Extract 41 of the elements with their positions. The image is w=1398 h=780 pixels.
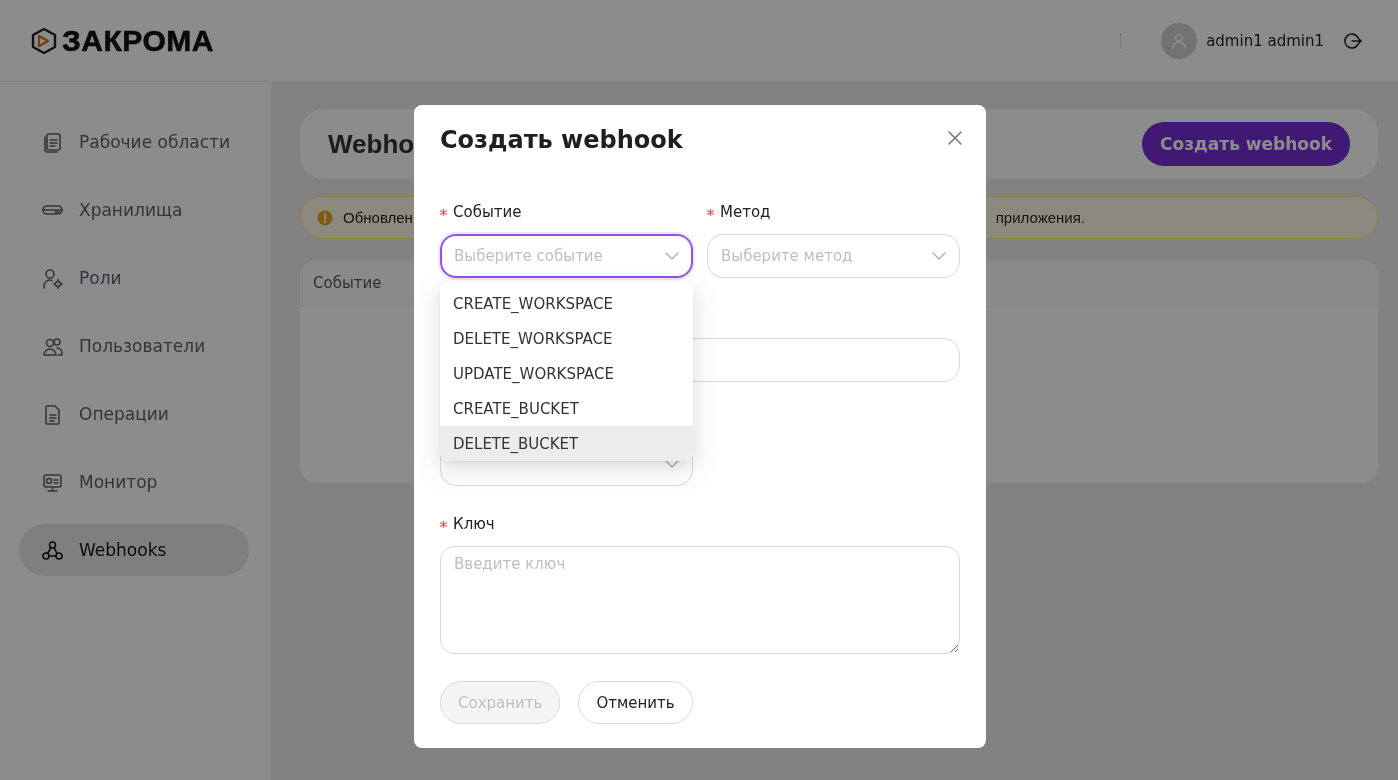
chevron-down-icon — [665, 252, 679, 260]
select-field[interactable]: Выберите событие — [440, 234, 693, 278]
sidebar-item[interactable]: Операции — [19, 388, 249, 440]
field-label: Метод — [720, 203, 771, 221]
dropdown-option[interactable]: UPDATE_WORKSPACE — [440, 356, 693, 391]
users-icon — [42, 335, 63, 357]
logout-icon[interactable] — [1344, 31, 1362, 50]
alert-text: Обновлен — [343, 209, 413, 226]
sidebar-item[interactable]: Роли — [19, 252, 249, 304]
alert-text: приложения. — [995, 209, 1085, 226]
modal-title: Создать webhook — [440, 125, 683, 155]
logo-icon — [30, 26, 58, 55]
chevron-down-icon — [665, 460, 679, 468]
warning-icon — [317, 209, 333, 226]
select-field[interactable]: Выберите метод — [707, 234, 960, 278]
files-icon — [42, 131, 63, 153]
document-icon — [42, 403, 63, 425]
webhook-icon — [42, 539, 63, 561]
textarea-field[interactable]: Введите ключ — [440, 546, 960, 654]
modal-button[interactable]: Отменить — [578, 681, 693, 724]
sidebar-item[interactable]: Хранилища — [19, 184, 249, 236]
sidebar-item[interactable]: Монитор — [19, 456, 249, 508]
user-gear-icon — [42, 267, 63, 289]
create-webhook-button[interactable]: Создать webhook — [1142, 122, 1350, 166]
user-name: admin1 admin1 — [1206, 31, 1324, 50]
dropdown-option[interactable]: DELETE_BUCKET — [440, 426, 693, 461]
monitor-icon — [42, 471, 63, 493]
field-label: Событие — [453, 203, 522, 221]
sidebar-item[interactable]: Webhooks — [19, 524, 249, 576]
sidebar-item[interactable]: Рабочие области — [19, 116, 249, 168]
user-icon — [1171, 32, 1188, 49]
close-icon[interactable] — [948, 131, 962, 145]
field-label: Ключ — [453, 515, 495, 533]
sidebar-item[interactable]: Пользователи — [19, 320, 249, 372]
dropdown-option[interactable]: CREATE_WORKSPACE — [440, 286, 693, 321]
column-header: Событие — [313, 274, 382, 292]
chevron-down-icon — [932, 252, 946, 260]
logo-text: ЗАКРОМА — [62, 23, 214, 58]
dropdown-option[interactable]: DELETE_WORKSPACE — [440, 321, 693, 356]
page-title: Webho — [328, 128, 415, 160]
dropdown-option[interactable]: CREATE_BUCKET — [440, 391, 693, 426]
